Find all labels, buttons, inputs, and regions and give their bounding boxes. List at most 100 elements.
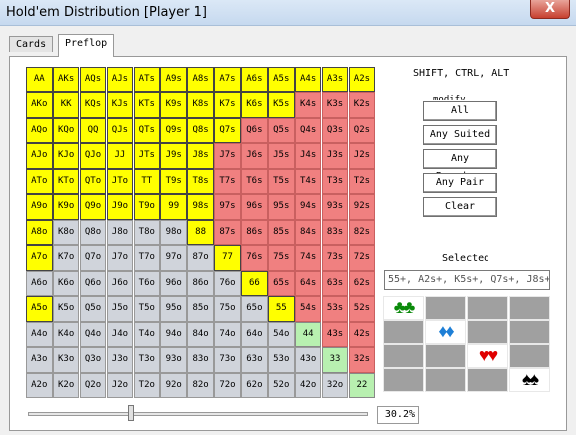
hand-cell[interactable]: Q7o: [79, 245, 107, 271]
hand-cell[interactable]: 75o: [214, 296, 241, 322]
hand-cell[interactable]: 85o: [187, 296, 214, 322]
hand-cell[interactable]: 92o: [160, 372, 187, 398]
hand-cell[interactable]: 84o: [187, 321, 214, 348]
hand-cell[interactable]: 44: [294, 321, 322, 348]
hand-cell[interactable]: K5s: [268, 92, 295, 118]
hand-cell[interactable]: A6o: [26, 270, 53, 297]
suit-combo-cell[interactable]: [467, 296, 508, 320]
hand-cell[interactable]: T4s: [294, 168, 322, 195]
hand-cell[interactable]: K7o: [52, 245, 80, 271]
hand-cell[interactable]: 53s: [321, 296, 349, 322]
hand-cell[interactable]: 63s: [321, 270, 349, 297]
hand-cell[interactable]: 52s: [348, 296, 376, 322]
suit-combo-cell[interactable]: [467, 320, 508, 344]
hand-cell[interactable]: 97o: [160, 245, 187, 271]
hand-cell[interactable]: 74s: [294, 245, 322, 271]
hand-cell[interactable]: 43s: [321, 321, 349, 348]
hand-cell[interactable]: JTs: [133, 143, 161, 169]
any-pair-button[interactable]: Any Pair: [423, 173, 497, 193]
hand-cell[interactable]: A5s: [268, 67, 295, 93]
hand-cell[interactable]: 86s: [241, 219, 268, 246]
hand-cell[interactable]: Q5s: [268, 117, 295, 144]
hand-cell[interactable]: 65s: [268, 270, 295, 297]
hand-cell[interactable]: 95o: [160, 296, 187, 322]
hand-cell[interactable]: A8o: [26, 219, 53, 246]
hand-cell[interactable]: TT: [133, 168, 161, 195]
hand-cell[interactable]: AQo: [26, 117, 53, 144]
hand-cell[interactable]: KK: [52, 92, 80, 118]
hand-cell[interactable]: A9o: [26, 194, 53, 220]
hand-cell[interactable]: 72s: [348, 245, 376, 271]
hand-cell[interactable]: 32o: [321, 372, 349, 398]
hand-cell[interactable]: ATs: [133, 67, 161, 93]
hand-cell[interactable]: K3o: [52, 347, 80, 373]
hand-cell[interactable]: A4o: [26, 321, 53, 348]
hand-cell[interactable]: K9s: [160, 92, 187, 118]
hand-cell[interactable]: 42o: [294, 372, 322, 398]
hand-cell[interactable]: KTs: [133, 92, 161, 118]
hand-cell[interactable]: 74o: [214, 321, 241, 348]
hand-cell[interactable]: J8o: [106, 219, 134, 246]
hand-cell[interactable]: A7s: [214, 67, 241, 93]
hand-cell[interactable]: Q9o: [79, 194, 107, 220]
hand-cell[interactable]: JJ: [106, 143, 134, 169]
hand-cell[interactable]: 33: [321, 347, 349, 373]
hand-cell[interactable]: Q2s: [348, 117, 376, 144]
hand-cell[interactable]: Q6o: [79, 270, 107, 297]
hand-cell[interactable]: T6o: [133, 270, 161, 297]
hand-cell[interactable]: 63o: [241, 347, 268, 373]
suit-combo-cell[interactable]: [425, 296, 466, 320]
hand-cell[interactable]: QJo: [79, 143, 107, 169]
hand-cell[interactable]: 83o: [187, 347, 214, 373]
hand-cell[interactable]: K4s: [294, 92, 322, 118]
selected-range-input[interactable]: 55+, A2s+, K5s+, Q7s+, J8s+, T8s+, 98s, …: [384, 270, 550, 290]
hand-cell[interactable]: A4s: [294, 67, 322, 93]
hand-cell[interactable]: Q4o: [79, 321, 107, 348]
hand-cell[interactable]: Q4s: [294, 117, 322, 144]
hand-cell[interactable]: 98s: [187, 194, 214, 220]
range-slider[interactable]: [28, 405, 368, 421]
hand-cell[interactable]: 82o: [187, 372, 214, 398]
hand-cell[interactable]: 99: [160, 194, 187, 220]
hand-cell[interactable]: Q3o: [79, 347, 107, 373]
hand-cell[interactable]: T9s: [160, 168, 187, 195]
hand-cell[interactable]: AA: [26, 67, 53, 93]
hand-cell[interactable]: 62o: [241, 372, 268, 398]
hand-cell[interactable]: AKs: [52, 67, 80, 93]
suit-combo-cell[interactable]: [425, 368, 466, 392]
hand-cell[interactable]: J3s: [321, 143, 349, 169]
hand-cell[interactable]: Q3s: [321, 117, 349, 144]
diamonds-icon[interactable]: ♦♦: [425, 320, 466, 344]
hand-cell[interactable]: K9o: [52, 194, 80, 220]
hand-cell[interactable]: A3o: [26, 347, 53, 373]
hand-cell[interactable]: Q5o: [79, 296, 107, 322]
hand-cell[interactable]: KQs: [79, 92, 107, 118]
hand-cell[interactable]: T7s: [214, 168, 241, 195]
hand-cell[interactable]: 76o: [214, 270, 241, 297]
hand-cell[interactable]: A2s: [348, 67, 376, 93]
hand-cell[interactable]: J6s: [241, 143, 268, 169]
hand-cell[interactable]: 85s: [268, 219, 295, 246]
hand-cell[interactable]: Q8s: [187, 117, 214, 144]
hand-cell[interactable]: 55: [268, 296, 295, 322]
hand-cell[interactable]: T8o: [133, 219, 161, 246]
hand-cell[interactable]: T3s: [321, 168, 349, 195]
hand-cell[interactable]: A2o: [26, 372, 53, 398]
hand-cell[interactable]: AQs: [79, 67, 107, 93]
hand-cell[interactable]: 94s: [294, 194, 322, 220]
suit-combo-cell[interactable]: [425, 344, 466, 368]
hand-cell[interactable]: 76s: [241, 245, 268, 271]
suit-combo-cell[interactable]: [383, 344, 424, 368]
hand-cell[interactable]: Q8o: [79, 219, 107, 246]
hand-cell[interactable]: 93s: [321, 194, 349, 220]
hand-cell[interactable]: A8s: [187, 67, 214, 93]
hand-cell[interactable]: K5o: [52, 296, 80, 322]
hand-cell[interactable]: J5o: [106, 296, 134, 322]
hand-cell[interactable]: 84s: [294, 219, 322, 246]
hand-cell[interactable]: 88: [187, 219, 214, 246]
hand-cell[interactable]: 97s: [214, 194, 241, 220]
hand-cell[interactable]: K3s: [321, 92, 349, 118]
hand-cell[interactable]: K8o: [52, 219, 80, 246]
hand-cell[interactable]: 42s: [348, 321, 376, 348]
hand-cell[interactable]: 98o: [160, 219, 187, 246]
